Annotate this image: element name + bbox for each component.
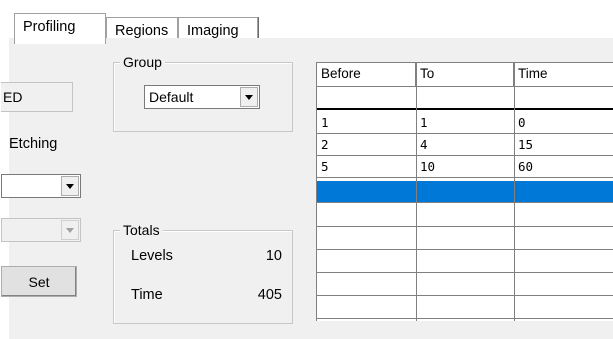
time-label: Time <box>131 287 163 303</box>
tab-imaging-label: Imaging <box>187 23 239 39</box>
profile-grid[interactable]: Before To Time 1 1 0 2 4 15 5 10 60 <box>316 62 613 321</box>
levels-value: 10 <box>265 248 282 264</box>
etching-label: Etching <box>9 136 58 152</box>
chevron-down-icon <box>66 183 74 189</box>
set-button-label: Set <box>28 273 50 290</box>
cell-time[interactable]: 0 <box>514 112 526 133</box>
selected-row[interactable] <box>317 181 613 202</box>
group-dropdown[interactable]: Default <box>144 85 260 109</box>
chevron-down-icon <box>66 227 74 233</box>
grid-line <box>317 177 613 178</box>
time-value: 405 <box>257 287 282 303</box>
grid-line <box>317 226 613 227</box>
tab-profiling-label: Profiling <box>23 19 76 35</box>
edge-field-value: ED <box>3 89 23 105</box>
grid-line <box>317 318 613 319</box>
totals-box-title: Totals <box>120 221 163 239</box>
group-dropdown-arrow[interactable] <box>240 87 258 107</box>
cell-before[interactable]: 1 <box>317 112 329 133</box>
column-header-before[interactable]: Before <box>317 63 416 87</box>
cell-before[interactable]: 5 <box>317 156 329 177</box>
disabled-dropdown <box>1 218 81 242</box>
etching-dropdown-arrow[interactable] <box>61 176 79 196</box>
cell-to[interactable]: 4 <box>416 134 428 155</box>
etching-dropdown[interactable] <box>1 174 81 198</box>
grid-line <box>317 133 613 134</box>
group-dropdown-value: Default <box>149 89 194 105</box>
levels-label: Levels <box>131 248 173 264</box>
grid-line <box>416 63 417 321</box>
cell-before[interactable]: 2 <box>317 134 329 155</box>
edge-readonly-field: ED <box>1 82 73 112</box>
totals-box: Totals Levels 10 Time 405 <box>113 221 293 324</box>
chevron-down-icon <box>245 94 253 100</box>
cell-time[interactable]: 60 <box>514 156 533 177</box>
set-button[interactable]: Set <box>1 266 77 297</box>
column-header-to[interactable]: To <box>416 63 514 87</box>
grid-line <box>514 63 515 321</box>
grid-line <box>317 295 613 296</box>
disabled-dropdown-arrow <box>61 220 79 240</box>
grid-line <box>317 272 613 273</box>
cell-to[interactable]: 10 <box>416 156 435 177</box>
grid-line <box>317 155 613 156</box>
grid-line <box>317 86 613 87</box>
grid-line <box>317 108 613 110</box>
tab-profiling[interactable]: Profiling <box>14 13 106 44</box>
group-box-title: Group <box>120 53 165 71</box>
grid-line <box>317 249 613 250</box>
cell-time[interactable]: 15 <box>514 134 533 155</box>
column-header-time[interactable]: Time <box>514 63 613 87</box>
tab-regions-label: Regions <box>115 23 169 39</box>
group-box: Group Default <box>113 53 293 132</box>
grid-line <box>317 202 613 203</box>
cell-to[interactable]: 1 <box>416 112 428 133</box>
